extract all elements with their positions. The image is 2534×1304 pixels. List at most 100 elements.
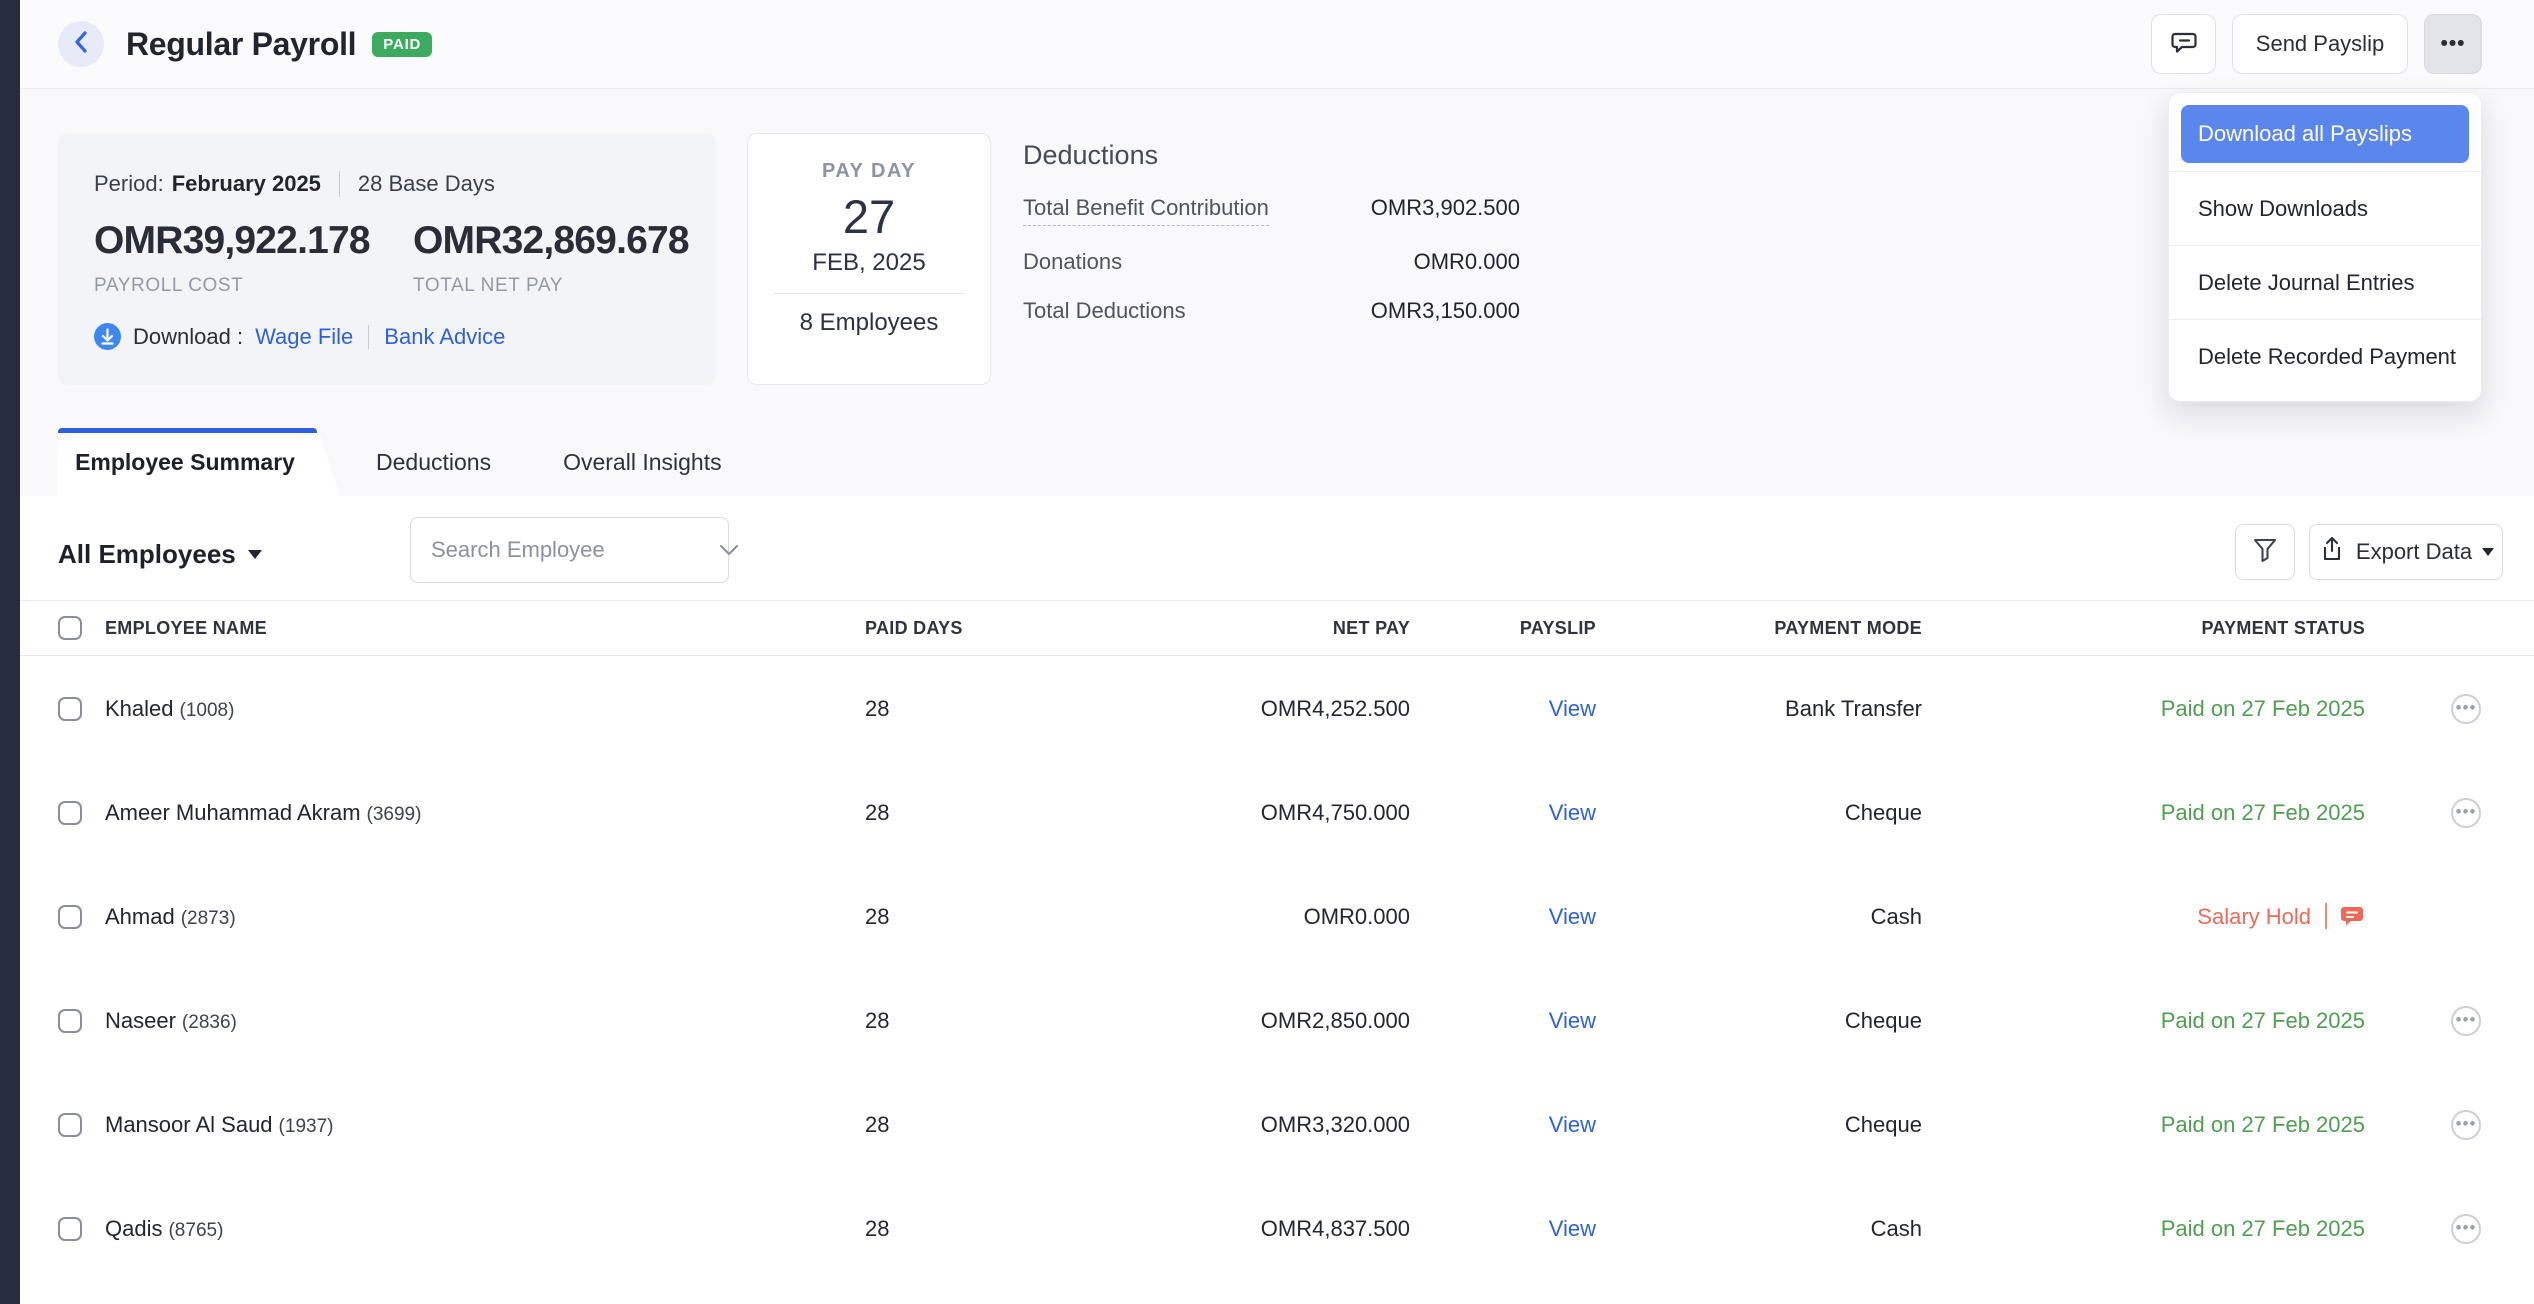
tab-overall-insights[interactable]: Overall Insights [527,428,758,496]
employee-name: Ameer Muhammad Akram [105,800,361,825]
view-payslip-link[interactable]: View [1549,696,1596,721]
deduction-value: OMR0.000 [1414,249,1520,275]
employee-name: Qadis [105,1216,162,1241]
table-row: Mansoor Al Saud(1937) 28 OMR3,320.000 Vi… [20,1073,2534,1177]
view-payslip-link[interactable]: View [1549,1112,1596,1137]
employee-id: (2836) [182,1012,237,1033]
page-header: Regular Payroll PAID Send Payslip ••• [20,0,2534,89]
net-pay-label: TOTAL NET PAY [413,275,563,297]
payroll-app: Regular Payroll PAID Send Payslip ••• Do… [0,0,2534,1304]
row-checkbox[interactable] [58,697,82,721]
view-payslip-link[interactable]: View [1549,1008,1596,1033]
wage-file-link[interactable]: Wage File [255,324,353,350]
payment-mode-value: Cheque [1620,761,1922,865]
divider [774,293,964,294]
view-payslip-link[interactable]: View [1549,1216,1596,1241]
employee-id: (8765) [168,1220,223,1241]
paid-days-value: 28 [865,1073,995,1177]
period-value: February 2025 [172,171,321,197]
employee-name: Mansoor Al Saud [105,1112,273,1137]
bank-advice-link[interactable]: Bank Advice [384,324,505,350]
payday-card: PAY DAY 27 FEB, 2025 8 Employees [747,133,991,385]
menu-item-delete-journal-entries[interactable]: Delete Journal Entries [2169,245,2481,319]
paid-days-value: 28 [865,657,995,761]
sidebar-edge [0,0,20,1304]
payroll-cost-value: OMR39,922.178 [94,219,413,263]
paid-days-value: 28 [865,865,995,969]
row-actions-button[interactable]: ••• [2451,1214,2481,1244]
row-checkbox[interactable] [58,1009,82,1033]
menu-item-delete-recorded-payment[interactable]: Delete Recorded Payment [2169,319,2481,393]
deductions-title: Deductions [1023,140,1520,171]
payment-status-value: Paid on 27 Feb 2025 [2161,1112,2365,1137]
download-icon [94,323,121,350]
deduction-value: OMR3,902.500 [1371,195,1520,221]
row-actions-button[interactable]: ••• [2451,1110,2481,1140]
caret-down-icon [248,550,262,559]
search-employee-input[interactable] [411,537,719,563]
summary-card: Period: February 2025 28 Base Days OMR39… [58,133,716,385]
row-checkbox[interactable] [58,1217,82,1241]
payment-status-value: Paid on 27 Feb 2025 [2161,1008,2365,1033]
col-payslip: PAYSLIP [1400,601,1596,656]
net-pay-value: OMR4,750.000 [1110,761,1410,865]
funnel-icon [2250,535,2280,570]
base-days: 28 Base Days [358,171,495,197]
comment-button[interactable] [2151,14,2216,74]
tab-content: All Employees Export Data EMPLOYEE N [20,496,2534,1304]
export-data-button[interactable]: Export Data [2309,524,2503,580]
employee-id: (1008) [180,700,235,721]
menu-item-download-all-payslips[interactable]: Download all Payslips [2181,105,2469,163]
deduction-value: OMR3,150.000 [1371,298,1520,324]
net-pay-value: OMR4,252.500 [1110,657,1410,761]
comment-icon[interactable] [2339,870,2365,974]
back-button[interactable] [58,21,104,67]
view-payslip-link[interactable]: View [1549,800,1596,825]
deduction-label-benefit-contribution[interactable]: Total Benefit Contribution [1023,195,1269,226]
divider [368,325,369,349]
more-actions-button[interactable]: ••• [2424,14,2482,74]
deductions-section: Deductions Total Benefit Contribution OM… [1023,140,1520,347]
payment-mode-value: Cash [1620,1177,1922,1281]
export-icon [2318,535,2356,569]
tab-employee-summary[interactable]: Employee Summary [58,428,340,496]
table-header: EMPLOYEE NAME PAID DAYS NET PAY PAYSLIP … [20,601,2534,656]
row-actions-button[interactable]: ••• [2451,694,2481,724]
paid-days-value: 28 [865,969,995,1073]
chevron-down-icon[interactable] [719,544,739,556]
filter-button[interactable] [2235,524,2295,580]
table-body: Khaled(1008) 28 OMR4,252.500 View Bank T… [20,657,2534,1281]
employee-name: Ahmad [105,904,175,929]
select-all-checkbox[interactable] [58,616,82,640]
table-row: Ameer Muhammad Akram(3699) 28 OMR4,750.0… [20,761,2534,865]
row-checkbox[interactable] [58,905,82,929]
row-checkbox[interactable] [58,1113,82,1137]
status-badge: PAID [372,32,432,57]
tab-deductions[interactable]: Deductions [340,428,527,496]
row-actions-button[interactable]: ••• [2451,798,2481,828]
row-checkbox[interactable] [58,801,82,825]
menu-item-show-downloads[interactable]: Show Downloads [2169,171,2481,245]
col-payment-status: PAYMENT STATUS [1965,601,2365,656]
payment-mode-value: Cheque [1620,1073,1922,1177]
download-label: Download : [133,324,243,350]
row-actions-button[interactable]: ••• [2451,1006,2481,1036]
deduction-label-total-deductions: Total Deductions [1023,298,1186,324]
view-payslip-link[interactable]: View [1549,904,1596,929]
send-payslip-button[interactable]: Send Payslip [2232,14,2408,74]
employee-id: (1937) [279,1116,334,1137]
payday-month-year: FEB, 2025 [748,249,990,277]
employee-id: (2873) [181,908,236,929]
net-pay-value: OMR0.000 [1110,865,1410,969]
table-row: Naseer(2836) 28 OMR2,850.000 View Cheque… [20,969,2534,1073]
col-paid-days: PAID DAYS [865,601,995,656]
employees-filter-dropdown[interactable]: All Employees [58,539,262,570]
col-payment-mode: PAYMENT MODE [1620,601,1922,656]
net-pay-value: OMR32,869.678 [413,219,689,263]
divider [339,171,340,197]
deduction-label-donations: Donations [1023,249,1122,275]
net-pay-value: OMR2,850.000 [1110,969,1410,1073]
payday-day: 27 [748,189,990,244]
payment-mode-value: Cheque [1620,969,1922,1073]
table-row: Qadis(8765) 28 OMR4,837.500 View Cash Pa… [20,1177,2534,1281]
